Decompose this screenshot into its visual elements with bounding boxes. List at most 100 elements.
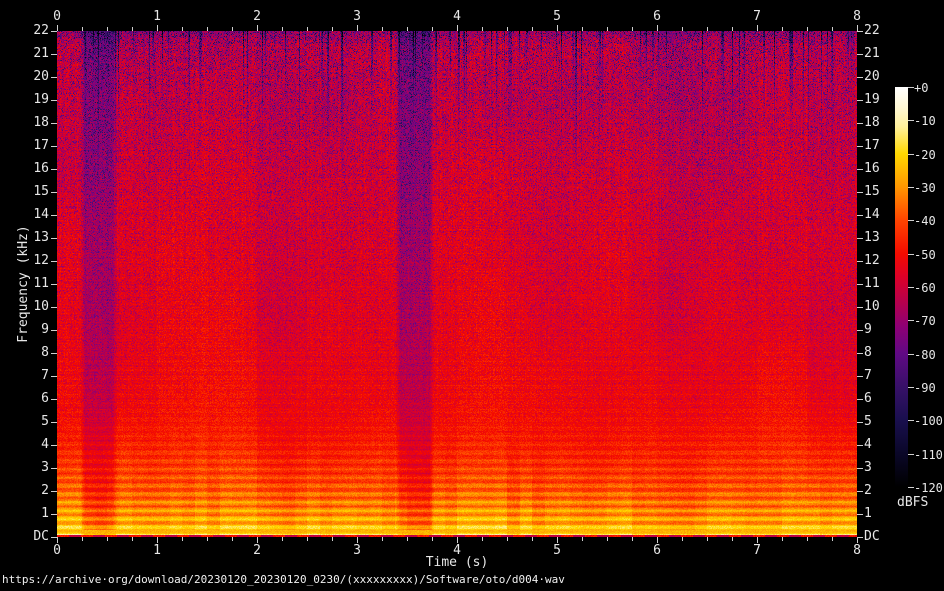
x-tick-mark-top bbox=[182, 27, 183, 31]
y-tick-mark-right bbox=[857, 261, 863, 262]
x-tick-mark-bottom bbox=[732, 537, 733, 541]
x-tick-label-top: 5 bbox=[537, 10, 577, 24]
y-tick-mark-right bbox=[857, 514, 863, 515]
y-tick-label-left: 12 bbox=[9, 254, 49, 268]
x-tick-mark-top bbox=[282, 27, 283, 31]
y-tick-mark-left bbox=[51, 468, 57, 469]
y-tick-mark-right bbox=[857, 123, 863, 124]
x-tick-mark-top bbox=[207, 27, 208, 31]
x-tick-label-bottom: 7 bbox=[737, 544, 777, 558]
y-tick-label-right: 22 bbox=[864, 24, 904, 38]
x-tick-mark-bottom bbox=[557, 537, 558, 543]
y-tick-mark-left bbox=[51, 445, 57, 446]
y-tick-mark-right bbox=[857, 468, 863, 469]
colorbar-tick-label: -50 bbox=[914, 248, 944, 261]
x-tick-mark-top bbox=[82, 27, 83, 31]
colorbar-tick-label: -70 bbox=[914, 314, 944, 327]
x-tick-mark-bottom bbox=[757, 537, 758, 543]
colorbar-tick-label: -100 bbox=[914, 414, 944, 427]
colorbar-tick-label: -90 bbox=[914, 381, 944, 394]
x-tick-mark-bottom bbox=[207, 537, 208, 541]
x-tick-label-bottom: 0 bbox=[37, 544, 77, 558]
colorbar bbox=[895, 87, 908, 487]
y-tick-mark-left bbox=[51, 399, 57, 400]
x-tick-mark-top bbox=[257, 25, 258, 31]
y-tick-label-left: 8 bbox=[9, 346, 49, 360]
y-tick-label-left: DC bbox=[9, 530, 49, 544]
colorbar-tick-label: -80 bbox=[914, 348, 944, 361]
y-tick-mark-right bbox=[857, 146, 863, 147]
x-tick-mark-top bbox=[382, 27, 383, 31]
x-tick-mark-bottom bbox=[457, 537, 458, 543]
x-tick-mark-top bbox=[332, 27, 333, 31]
y-tick-mark-left bbox=[51, 514, 57, 515]
y-tick-mark-right bbox=[857, 31, 863, 32]
x-tick-mark-bottom bbox=[607, 537, 608, 541]
x-tick-mark-top bbox=[157, 25, 158, 31]
y-tick-mark-right bbox=[857, 399, 863, 400]
x-tick-label-top: 0 bbox=[37, 10, 77, 24]
x-tick-mark-top bbox=[707, 27, 708, 31]
y-tick-label-left: 3 bbox=[9, 461, 49, 475]
x-tick-mark-bottom bbox=[307, 537, 308, 541]
x-tick-label-top: 7 bbox=[737, 10, 777, 24]
x-tick-label-top: 2 bbox=[237, 10, 277, 24]
x-tick-mark-top bbox=[357, 25, 358, 31]
x-tick-mark-bottom bbox=[407, 537, 408, 541]
x-tick-mark-top bbox=[582, 27, 583, 31]
x-tick-mark-bottom bbox=[182, 537, 183, 541]
y-tick-label-left: 21 bbox=[9, 47, 49, 61]
x-tick-label-top: 6 bbox=[637, 10, 677, 24]
y-tick-label-left: 5 bbox=[9, 415, 49, 429]
y-tick-mark-left bbox=[51, 491, 57, 492]
y-tick-label-left: 14 bbox=[9, 208, 49, 222]
x-tick-mark-top bbox=[132, 27, 133, 31]
y-tick-label-left: 11 bbox=[9, 277, 49, 291]
y-tick-mark-right bbox=[857, 54, 863, 55]
x-tick-mark-bottom bbox=[707, 537, 708, 541]
x-tick-mark-top bbox=[607, 27, 608, 31]
x-tick-mark-bottom bbox=[432, 537, 433, 541]
x-tick-label-bottom: 4 bbox=[437, 544, 477, 558]
x-tick-mark-bottom bbox=[682, 537, 683, 541]
spectrogram-window: Frequency (kHz) Time (s) 001122334455667… bbox=[0, 0, 944, 591]
x-tick-mark-top bbox=[307, 27, 308, 31]
spectrogram-heatmap bbox=[57, 31, 857, 537]
y-tick-mark-left bbox=[51, 169, 57, 170]
x-tick-label-bottom: 6 bbox=[637, 544, 677, 558]
x-tick-mark-top bbox=[657, 25, 658, 31]
y-tick-mark-left bbox=[51, 537, 57, 538]
y-tick-mark-right bbox=[857, 445, 863, 446]
y-tick-mark-right bbox=[857, 376, 863, 377]
x-tick-mark-top bbox=[782, 27, 783, 31]
x-tick-mark-bottom bbox=[832, 537, 833, 541]
y-tick-mark-left bbox=[51, 100, 57, 101]
x-tick-mark-bottom bbox=[257, 537, 258, 543]
y-tick-mark-right bbox=[857, 284, 863, 285]
y-tick-mark-right bbox=[857, 537, 863, 538]
footer-source-url: https://archive·org/download/20230120_20… bbox=[2, 573, 565, 586]
x-tick-mark-bottom bbox=[782, 537, 783, 541]
y-tick-mark-right bbox=[857, 215, 863, 216]
y-tick-mark-left bbox=[51, 123, 57, 124]
y-tick-label-left: 22 bbox=[9, 24, 49, 38]
y-tick-label-right: DC bbox=[864, 530, 904, 544]
x-tick-mark-bottom bbox=[82, 537, 83, 541]
y-tick-label-left: 19 bbox=[9, 93, 49, 107]
x-tick-mark-bottom bbox=[507, 537, 508, 541]
colorbar-tick-label: -40 bbox=[914, 214, 944, 227]
y-tick-label-left: 4 bbox=[9, 438, 49, 452]
y-tick-mark-left bbox=[51, 54, 57, 55]
x-tick-mark-bottom bbox=[807, 537, 808, 541]
x-tick-label-bottom: 1 bbox=[137, 544, 177, 558]
y-tick-mark-left bbox=[51, 353, 57, 354]
y-tick-mark-right bbox=[857, 192, 863, 193]
y-tick-label-left: 18 bbox=[9, 116, 49, 130]
x-tick-mark-top bbox=[632, 27, 633, 31]
y-tick-mark-left bbox=[51, 261, 57, 262]
x-tick-mark-top bbox=[232, 27, 233, 31]
x-tick-mark-top bbox=[832, 27, 833, 31]
y-tick-mark-right bbox=[857, 100, 863, 101]
x-tick-mark-bottom bbox=[482, 537, 483, 541]
y-tick-mark-left bbox=[51, 238, 57, 239]
